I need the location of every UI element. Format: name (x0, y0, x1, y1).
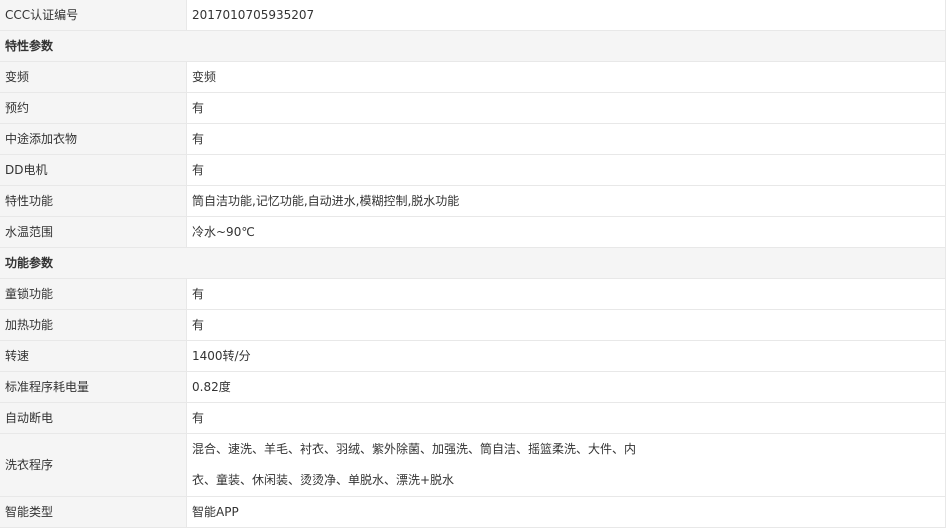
spec-row: 水温范围 冷水~90℃ (0, 216, 946, 248)
spec-row: 加热功能 有 (0, 309, 946, 341)
spec-value: 有 (186, 123, 946, 155)
spec-row: 智能类型 智能APP (0, 496, 946, 528)
spec-label: 水温范围 (0, 216, 187, 248)
spec-row: 变频 变频 (0, 61, 946, 93)
spec-value-line: 混合、速洗、羊毛、衬衣、羽绒、紫外除菌、加强洗、筒自洁、摇篮柔洗、大件、内 (192, 442, 637, 456)
spec-label: 标准程序耗电量 (0, 371, 187, 403)
spec-label: 特性功能 (0, 185, 187, 217)
spec-value: 有 (186, 402, 946, 434)
spec-label: 加热功能 (0, 309, 187, 341)
section-header-features: 特性参数 (0, 30, 946, 62)
spec-value: 筒自洁功能,记忆功能,自动进水,模糊控制,脱水功能 (186, 185, 946, 217)
spec-value: 变频 (186, 61, 946, 93)
spec-row: DD电机 有 (0, 154, 946, 186)
spec-label: 洗衣程序 (0, 433, 187, 497)
spec-table: CCC认证编号 2017010705935207 特性参数 变频 变频 预约 有… (0, 0, 946, 528)
spec-label: 变频 (0, 61, 187, 93)
spec-row: 标准程序耗电量 0.82度 (0, 371, 946, 403)
spec-value: 2017010705935207 (186, 0, 946, 31)
spec-row: 转速 1400转/分 (0, 340, 946, 372)
section-title: 特性参数 (0, 30, 946, 62)
spec-label: DD电机 (0, 154, 187, 186)
spec-row: 自动断电 有 (0, 402, 946, 434)
spec-label: 转速 (0, 340, 187, 372)
spec-row: 预约 有 (0, 92, 946, 124)
spec-row: 特性功能 筒自洁功能,记忆功能,自动进水,模糊控制,脱水功能 (0, 185, 946, 217)
section-title: 功能参数 (0, 247, 946, 279)
spec-label: 中途添加衣物 (0, 123, 187, 155)
spec-value: 0.82度 (186, 371, 946, 403)
spec-value: 混合、速洗、羊毛、衬衣、羽绒、紫外除菌、加强洗、筒自洁、摇篮柔洗、大件、内 衣、… (186, 433, 946, 497)
spec-value: 有 (186, 278, 946, 310)
spec-value-line: 衣、童装、休闲装、烫烫净、单脱水、漂洗+脱水 (192, 473, 455, 487)
spec-value: 有 (186, 154, 946, 186)
spec-label: 智能类型 (0, 496, 187, 528)
spec-row: 童锁功能 有 (0, 278, 946, 310)
spec-label: 预约 (0, 92, 187, 124)
spec-row-ccc: CCC认证编号 2017010705935207 (0, 0, 946, 31)
spec-value: 有 (186, 309, 946, 341)
spec-value: 智能APP (186, 496, 946, 528)
spec-value: 冷水~90℃ (186, 216, 946, 248)
spec-value: 有 (186, 92, 946, 124)
spec-label: 童锁功能 (0, 278, 187, 310)
spec-value: 1400转/分 (186, 340, 946, 372)
spec-label: 自动断电 (0, 402, 187, 434)
spec-label: CCC认证编号 (0, 0, 187, 31)
spec-row: 中途添加衣物 有 (0, 123, 946, 155)
section-header-functions: 功能参数 (0, 247, 946, 279)
spec-row: 洗衣程序 混合、速洗、羊毛、衬衣、羽绒、紫外除菌、加强洗、筒自洁、摇篮柔洗、大件… (0, 433, 946, 497)
